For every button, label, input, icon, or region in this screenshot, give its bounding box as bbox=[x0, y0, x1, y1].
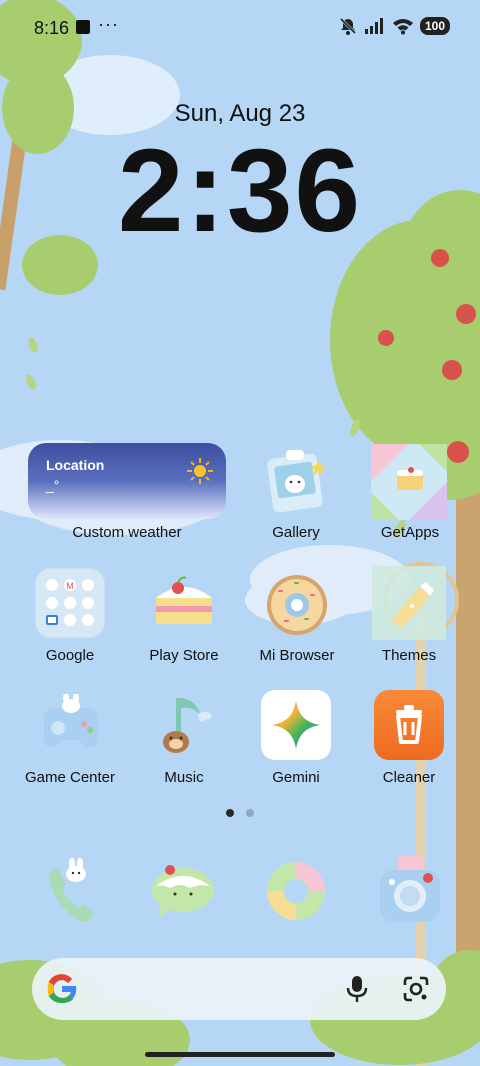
sun-icon bbox=[187, 458, 213, 484]
status-time: 8:16 bbox=[34, 18, 70, 38]
battery-icon: 100 bbox=[419, 17, 450, 35]
page-indicator-dot[interactable] bbox=[246, 809, 254, 817]
themes-icon bbox=[372, 566, 446, 640]
getapps-label: GetApps bbox=[380, 524, 440, 541]
gallery-icon bbox=[267, 450, 326, 513]
dock-messages[interactable] bbox=[150, 862, 216, 922]
notification-square-icon bbox=[76, 20, 90, 34]
gemini-label: Gemini bbox=[272, 769, 320, 786]
lens-camera-icon[interactable] bbox=[402, 975, 430, 1003]
svg-text:M: M bbox=[66, 581, 74, 591]
phone-icon bbox=[49, 857, 94, 922]
google-g-logo bbox=[47, 974, 77, 1003]
google-search-bar[interactable] bbox=[32, 958, 446, 1020]
google-label: Google bbox=[45, 647, 95, 664]
cleaner-app[interactable] bbox=[374, 690, 444, 760]
dock-browser[interactable] bbox=[265, 860, 327, 922]
mi-browser-donut-icon bbox=[267, 575, 327, 635]
home-gesture-bar[interactable] bbox=[145, 1052, 335, 1057]
google-folder-icon: M bbox=[34, 567, 106, 639]
game-center-icon bbox=[44, 692, 98, 747]
mute-icon bbox=[339, 17, 357, 35]
dock-phone[interactable] bbox=[44, 857, 100, 926]
weather-temperature: _° bbox=[46, 477, 60, 493]
status-bar: 8:16 ··· 100 bbox=[0, 0, 480, 56]
gallery-label: Gallery bbox=[272, 524, 320, 541]
gemini-icon bbox=[261, 690, 331, 760]
signal-icon bbox=[364, 18, 383, 34]
music-icon bbox=[163, 698, 212, 753]
weather-widget[interactable]: Location _° bbox=[28, 443, 226, 519]
getapps-app[interactable] bbox=[371, 444, 447, 520]
play-store-label: Play Store bbox=[149, 647, 219, 664]
mi-browser-app[interactable] bbox=[264, 572, 330, 638]
camera-icon bbox=[380, 856, 440, 922]
themes-label: Themes bbox=[381, 647, 437, 664]
game-center-app[interactable] bbox=[38, 692, 104, 754]
play-store-app[interactable] bbox=[150, 572, 218, 636]
gemini-app[interactable] bbox=[261, 690, 331, 760]
music-label: Music bbox=[164, 769, 204, 786]
browser-donut-icon bbox=[267, 862, 325, 920]
page-indicator-dot-active[interactable] bbox=[226, 809, 234, 817]
messages-icon bbox=[152, 865, 214, 918]
gallery-app[interactable] bbox=[262, 444, 330, 516]
play-store-cake-icon bbox=[156, 576, 212, 624]
wifi-icon bbox=[392, 19, 413, 35]
microphone-icon[interactable] bbox=[346, 974, 368, 1004]
dock-camera[interactable] bbox=[376, 854, 444, 926]
clock-time[interactable]: 2:36 bbox=[0, 132, 480, 250]
weather-widget-label: Custom weather bbox=[72, 524, 182, 541]
music-app[interactable] bbox=[156, 692, 214, 756]
getapps-icon bbox=[371, 444, 447, 520]
cleaner-label: Cleaner bbox=[382, 769, 436, 786]
more-notifications-indicator: ··· bbox=[98, 14, 119, 34]
google-folder[interactable]: M bbox=[34, 567, 106, 639]
status-icons: 100 bbox=[338, 16, 450, 36]
mi-browser-label: Mi Browser bbox=[259, 647, 335, 664]
weather-location: Location bbox=[46, 457, 105, 473]
themes-app[interactable] bbox=[372, 566, 446, 640]
lockscreen-date[interactable]: Sun, Aug 23 bbox=[0, 100, 480, 128]
cleaner-trash-icon bbox=[374, 690, 444, 760]
game-center-label: Game Center bbox=[24, 769, 116, 786]
